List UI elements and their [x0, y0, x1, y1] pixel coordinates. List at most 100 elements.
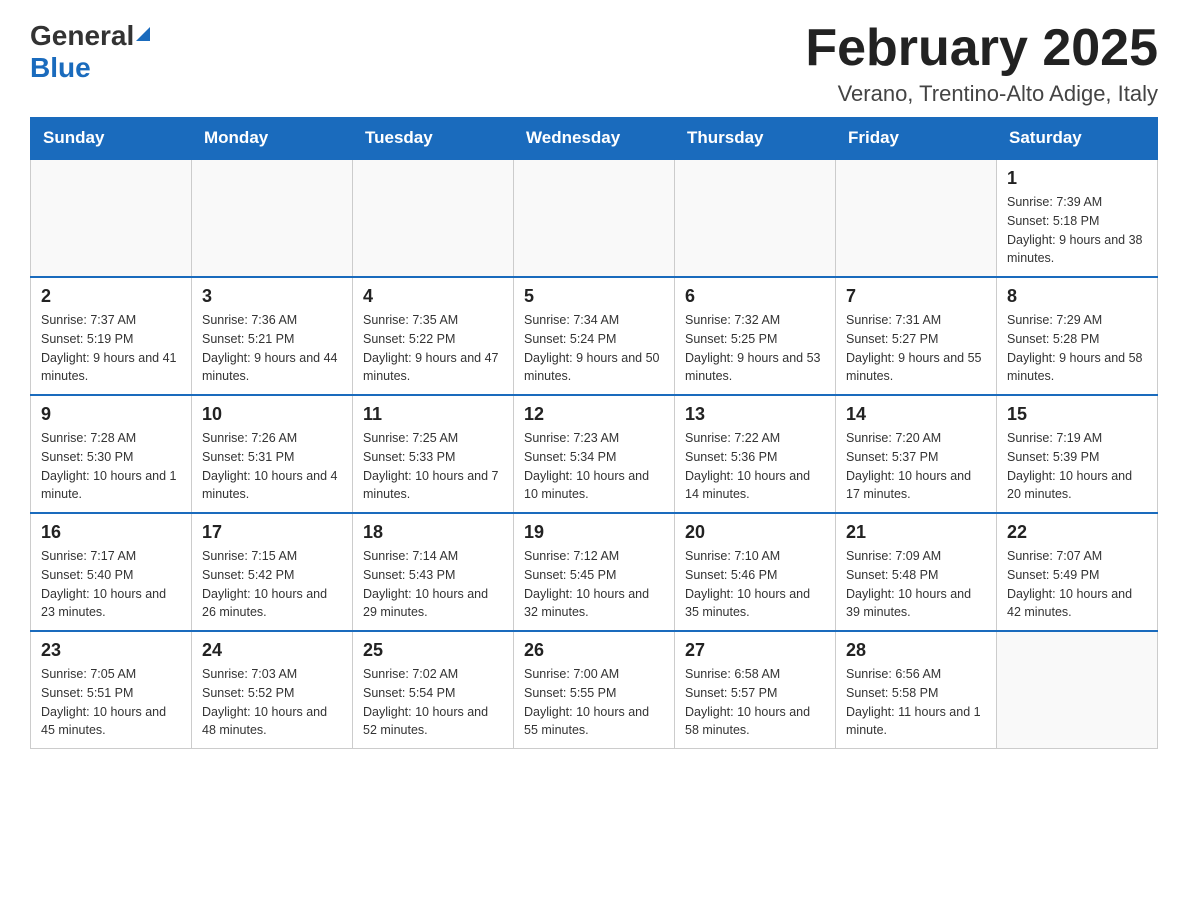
- day-number: 24: [202, 640, 342, 661]
- day-number: 18: [363, 522, 503, 543]
- calendar-header-row: SundayMondayTuesdayWednesdayThursdayFrid…: [31, 118, 1158, 160]
- week-row-2: 2Sunrise: 7:37 AMSunset: 5:19 PMDaylight…: [31, 277, 1158, 395]
- day-number: 9: [41, 404, 181, 425]
- col-header-friday: Friday: [836, 118, 997, 160]
- calendar-cell: 12Sunrise: 7:23 AMSunset: 5:34 PMDayligh…: [514, 395, 675, 513]
- calendar-cell: 20 Sunrise: 7:10 AMSunset: 5:46 PMDayligh…: [675, 513, 836, 631]
- day-info: Sunrise: 7:07 AMSunset: 5:49 PMDaylight:…: [1007, 547, 1147, 622]
- col-header-sunday: Sunday: [31, 118, 192, 160]
- calendar-cell: [353, 159, 514, 277]
- week-row-4: 16 Sunrise: 7:17 AMSunset: 5:40 PMDayligh…: [31, 513, 1158, 631]
- month-title: February 2025: [805, 20, 1158, 77]
- calendar-cell: 19Sunrise: 7:12 AMSunset: 5:45 PMDayligh…: [514, 513, 675, 631]
- calendar-cell: 25Sunrise: 7:02 AMSunset: 5:54 PMDayligh…: [353, 631, 514, 749]
- day-number: 1: [1007, 168, 1147, 189]
- day-info: Sunrise: 7:20 AMSunset: 5:37 PMDaylight:…: [846, 429, 986, 504]
- day-info: Sunrise: 7:05 AMSunset: 5:51 PMDaylight:…: [41, 665, 181, 740]
- calendar-cell: 9 Sunrise: 7:28 AMSunset: 5:30 PMDaylight…: [31, 395, 192, 513]
- title-block: February 2025 Verano, Trentino-Alto Adig…: [805, 20, 1158, 107]
- day-number: 10: [202, 404, 342, 425]
- calendar-table: SundayMondayTuesdayWednesdayThursdayFrid…: [30, 117, 1158, 749]
- calendar-cell: 15 Sunrise: 7:19 AMSunset: 5:39 PMDayligh…: [997, 395, 1158, 513]
- calendar-cell: 4 Sunrise: 7:35 AMSunset: 5:22 PMDaylight…: [353, 277, 514, 395]
- calendar-cell: [675, 159, 836, 277]
- day-info: Sunrise: 7:25 AMSunset: 5:33 PMDaylight:…: [363, 429, 503, 504]
- day-info: Sunrise: 7:31 AMSunset: 5:27 PMDaylight:…: [846, 311, 986, 386]
- calendar-cell: 2Sunrise: 7:37 AMSunset: 5:19 PMDaylight…: [31, 277, 192, 395]
- calendar-cell: 24 Sunrise: 7:03 AMSunset: 5:52 PMDayligh…: [192, 631, 353, 749]
- calendar-cell: 10 Sunrise: 7:26 AMSunset: 5:31 PMDayligh…: [192, 395, 353, 513]
- day-info: Sunrise: 6:58 AMSunset: 5:57 PMDaylight:…: [685, 665, 825, 740]
- calendar-cell: [836, 159, 997, 277]
- day-number: 26: [524, 640, 664, 661]
- page-header: General Blue February 2025 Verano, Trent…: [30, 20, 1158, 107]
- day-number: 27: [685, 640, 825, 661]
- day-number: 28: [846, 640, 986, 661]
- calendar-cell: 8 Sunrise: 7:29 AMSunset: 5:28 PMDaylight…: [997, 277, 1158, 395]
- day-info: Sunrise: 7:17 AMSunset: 5:40 PMDaylight:…: [41, 547, 181, 622]
- day-number: 15: [1007, 404, 1147, 425]
- day-info: Sunrise: 7:22 AMSunset: 5:36 PMDaylight:…: [685, 429, 825, 504]
- calendar-cell: 7Sunrise: 7:31 AMSunset: 5:27 PMDaylight…: [836, 277, 997, 395]
- logo-general-text: General: [30, 20, 134, 52]
- week-row-1: 1 Sunrise: 7:39 AMSunset: 5:18 PMDaylight…: [31, 159, 1158, 277]
- day-number: 4: [363, 286, 503, 307]
- calendar-cell: 22 Sunrise: 7:07 AMSunset: 5:49 PMDayligh…: [997, 513, 1158, 631]
- day-info: Sunrise: 7:29 AMSunset: 5:28 PMDaylight:…: [1007, 311, 1147, 386]
- day-number: 8: [1007, 286, 1147, 307]
- logo-triangle-icon: [134, 25, 152, 48]
- col-header-saturday: Saturday: [997, 118, 1158, 160]
- day-info: Sunrise: 7:19 AMSunset: 5:39 PMDaylight:…: [1007, 429, 1147, 504]
- day-number: 16: [41, 522, 181, 543]
- day-number: 20: [685, 522, 825, 543]
- day-number: 13: [685, 404, 825, 425]
- day-number: 22: [1007, 522, 1147, 543]
- day-info: Sunrise: 7:14 AMSunset: 5:43 PMDaylight:…: [363, 547, 503, 622]
- calendar-cell: 23 Sunrise: 7:05 AMSunset: 5:51 PMDayligh…: [31, 631, 192, 749]
- day-info: Sunrise: 7:15 AMSunset: 5:42 PMDaylight:…: [202, 547, 342, 622]
- day-info: Sunrise: 7:28 AMSunset: 5:30 PMDaylight:…: [41, 429, 181, 504]
- calendar-cell: 1 Sunrise: 7:39 AMSunset: 5:18 PMDaylight…: [997, 159, 1158, 277]
- calendar-cell: [514, 159, 675, 277]
- day-number: 21: [846, 522, 986, 543]
- week-row-5: 23 Sunrise: 7:05 AMSunset: 5:51 PMDayligh…: [31, 631, 1158, 749]
- calendar-cell: 5 Sunrise: 7:34 AMSunset: 5:24 PMDaylight…: [514, 277, 675, 395]
- logo: General Blue: [30, 20, 152, 84]
- calendar-cell: 27 Sunrise: 6:58 AMSunset: 5:57 PMDayligh…: [675, 631, 836, 749]
- col-header-tuesday: Tuesday: [353, 118, 514, 160]
- day-info: Sunrise: 7:35 AMSunset: 5:22 PMDaylight:…: [363, 311, 503, 386]
- day-number: 5: [524, 286, 664, 307]
- day-number: 17: [202, 522, 342, 543]
- day-number: 11: [363, 404, 503, 425]
- calendar-cell: 13 Sunrise: 7:22 AMSunset: 5:36 PMDayligh…: [675, 395, 836, 513]
- day-number: 2: [41, 286, 181, 307]
- day-info: Sunrise: 7:39 AMSunset: 5:18 PMDaylight:…: [1007, 193, 1147, 268]
- day-info: Sunrise: 7:32 AMSunset: 5:25 PMDaylight:…: [685, 311, 825, 386]
- day-number: 19: [524, 522, 664, 543]
- col-header-monday: Monday: [192, 118, 353, 160]
- calendar-cell: 16 Sunrise: 7:17 AMSunset: 5:40 PMDayligh…: [31, 513, 192, 631]
- day-info: Sunrise: 7:10 AMSunset: 5:46 PMDaylight:…: [685, 547, 825, 622]
- location-title: Verano, Trentino-Alto Adige, Italy: [805, 81, 1158, 107]
- day-number: 23: [41, 640, 181, 661]
- calendar-cell: 21 Sunrise: 7:09 AMSunset: 5:48 PMDayligh…: [836, 513, 997, 631]
- calendar-cell: 14Sunrise: 7:20 AMSunset: 5:37 PMDayligh…: [836, 395, 997, 513]
- calendar-cell: 3Sunrise: 7:36 AMSunset: 5:21 PMDaylight…: [192, 277, 353, 395]
- week-row-3: 9 Sunrise: 7:28 AMSunset: 5:30 PMDaylight…: [31, 395, 1158, 513]
- calendar-cell: [997, 631, 1158, 749]
- day-number: 6: [685, 286, 825, 307]
- calendar-cell: [31, 159, 192, 277]
- day-info: Sunrise: 7:34 AMSunset: 5:24 PMDaylight:…: [524, 311, 664, 386]
- calendar-cell: 18 Sunrise: 7:14 AMSunset: 5:43 PMDayligh…: [353, 513, 514, 631]
- day-info: Sunrise: 7:26 AMSunset: 5:31 PMDaylight:…: [202, 429, 342, 504]
- calendar-cell: 6 Sunrise: 7:32 AMSunset: 5:25 PMDaylight…: [675, 277, 836, 395]
- day-info: Sunrise: 7:23 AMSunset: 5:34 PMDaylight:…: [524, 429, 664, 504]
- day-info: Sunrise: 6:56 AMSunset: 5:58 PMDaylight:…: [846, 665, 986, 740]
- day-number: 25: [363, 640, 503, 661]
- calendar-cell: 26Sunrise: 7:00 AMSunset: 5:55 PMDayligh…: [514, 631, 675, 749]
- day-info: Sunrise: 7:03 AMSunset: 5:52 PMDaylight:…: [202, 665, 342, 740]
- day-number: 3: [202, 286, 342, 307]
- calendar-cell: 11 Sunrise: 7:25 AMSunset: 5:33 PMDayligh…: [353, 395, 514, 513]
- col-header-wednesday: Wednesday: [514, 118, 675, 160]
- day-info: Sunrise: 7:09 AMSunset: 5:48 PMDaylight:…: [846, 547, 986, 622]
